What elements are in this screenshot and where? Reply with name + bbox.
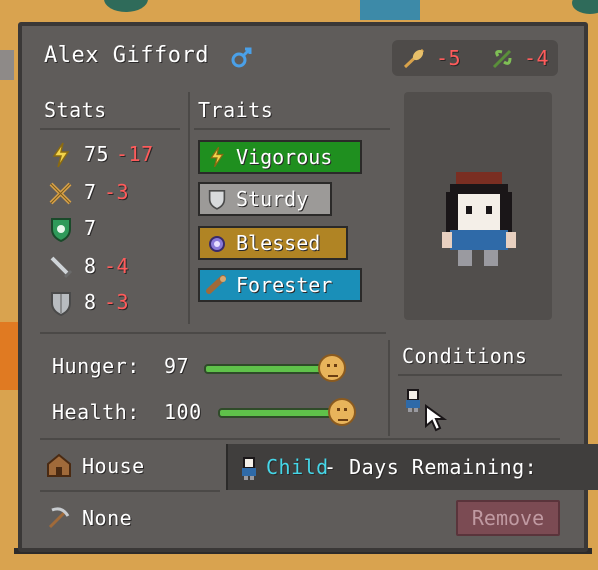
divider xyxy=(398,374,562,376)
stat-attack-modifier: -4 xyxy=(104,254,130,278)
stat-defense-value: 7 xyxy=(84,216,97,240)
condition-child-icon[interactable] xyxy=(402,388,424,416)
divider xyxy=(40,128,180,130)
hunger-happy-face-icon xyxy=(318,354,346,382)
map-tree xyxy=(572,0,598,14)
health-label: Health: xyxy=(52,400,140,424)
trait-sturdy[interactable]: Sturdy xyxy=(198,182,332,216)
stat-armor-modifier: -3 xyxy=(104,290,130,314)
health-bar xyxy=(218,408,334,418)
divider xyxy=(40,490,220,492)
mouse-cursor-icon xyxy=(424,404,448,436)
crossed-tools-icon xyxy=(48,180,74,210)
male-symbol-icon xyxy=(230,44,254,70)
blessed-orb-icon xyxy=(206,232,228,254)
tooltip-text: - Days Remaining: xyxy=(324,455,538,479)
trait-forester[interactable]: Forester xyxy=(198,268,362,302)
hunger-bar xyxy=(204,364,326,374)
header-herb-modifier: -4 xyxy=(524,46,550,70)
shield-grey-icon xyxy=(50,290,72,320)
stat-work-modifier: -3 xyxy=(104,180,130,204)
stats-title: Stats xyxy=(44,98,107,122)
character-portrait xyxy=(404,92,552,320)
trait-label: Forester xyxy=(236,273,333,297)
hunger-label: Hunger: xyxy=(52,354,140,378)
traits-title: Traits xyxy=(198,98,274,122)
divider xyxy=(40,332,386,334)
map-tree xyxy=(104,0,148,12)
header-food-modifier: -5 xyxy=(436,46,462,70)
trait-label: Vigorous xyxy=(236,145,333,169)
stat-energy-value: 75 xyxy=(84,142,110,166)
remove-button[interactable]: Remove xyxy=(456,500,560,536)
divider xyxy=(188,92,190,324)
map-water xyxy=(360,0,420,20)
character-name: Alex Gifford xyxy=(44,43,209,68)
lightning-icon xyxy=(206,146,228,168)
conditions-title: Conditions xyxy=(402,344,528,368)
divider xyxy=(40,438,560,440)
map-building xyxy=(0,50,14,80)
home-label: House xyxy=(82,454,145,478)
health-value: 100 xyxy=(164,400,202,424)
trait-blessed[interactable]: Blessed xyxy=(198,226,348,260)
shield-green-icon xyxy=(50,216,72,246)
log-icon xyxy=(206,274,228,296)
stat-armor-value: 8 xyxy=(84,290,97,314)
child-icon xyxy=(238,456,260,484)
divider xyxy=(194,128,390,130)
stat-energy-modifier: -17 xyxy=(116,142,154,166)
hunger-value: 97 xyxy=(164,354,190,378)
map-building xyxy=(0,322,18,390)
trait-label: Blessed xyxy=(236,231,321,255)
divider xyxy=(388,340,390,436)
trait-vigorous[interactable]: Vigorous xyxy=(198,140,362,174)
pickaxe-icon xyxy=(46,504,72,534)
job-label: None xyxy=(82,506,133,530)
wheat-icon xyxy=(402,46,428,74)
house-icon xyxy=(46,452,72,482)
sword-icon xyxy=(48,254,74,284)
health-happy-face-icon xyxy=(328,398,356,426)
trait-label: Sturdy xyxy=(236,187,309,211)
character-sprite xyxy=(442,172,516,266)
herb-icon xyxy=(490,46,516,74)
tooltip-condition-name: Child xyxy=(266,455,329,479)
stat-attack-value: 8 xyxy=(84,254,97,278)
stat-work-value: 7 xyxy=(84,180,97,204)
lightning-icon xyxy=(50,142,72,172)
shield-icon xyxy=(206,188,228,210)
